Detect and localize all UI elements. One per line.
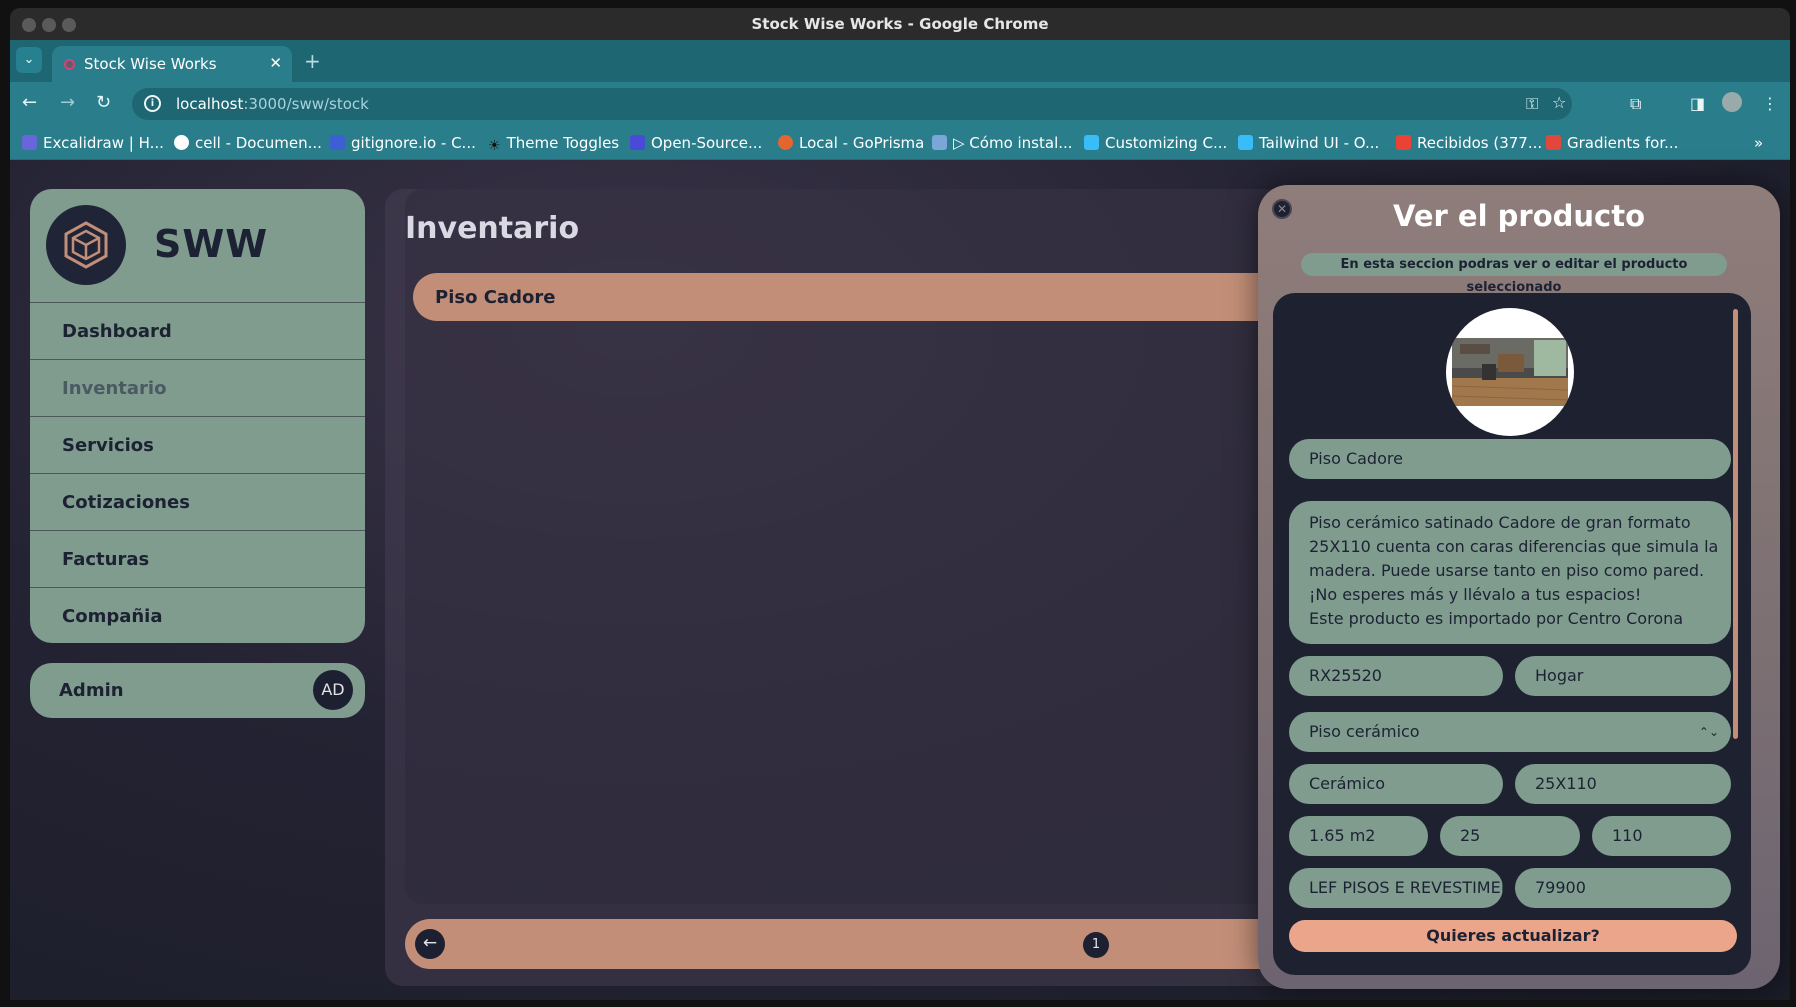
window-title: Stock Wise Works - Google Chrome bbox=[751, 15, 1049, 33]
scrollbar[interactable] bbox=[1733, 309, 1738, 739]
bookmarks-bar: Excalidraw | H... cell - Documen... giti… bbox=[10, 126, 1790, 160]
profile-avatar-icon[interactable] bbox=[1722, 92, 1742, 112]
format-field[interactable]: 25X110 bbox=[1515, 764, 1731, 804]
gmail-icon bbox=[1396, 135, 1411, 150]
browser-tab[interactable]: Stock Wise Works ✕ bbox=[52, 46, 292, 82]
modal-title: Ver el producto bbox=[1393, 199, 1645, 233]
product-photo-icon bbox=[1452, 338, 1568, 406]
logo bbox=[46, 205, 126, 285]
ui-icon bbox=[630, 135, 645, 150]
bookmark-item[interactable]: gitignore.io - C... bbox=[330, 134, 476, 152]
page-number[interactable]: 1 bbox=[1083, 932, 1109, 958]
password-key-icon[interactable]: ⚿ bbox=[1526, 94, 1538, 114]
brand-name: SWW bbox=[154, 222, 269, 266]
tab-close-icon[interactable]: ✕ bbox=[269, 54, 282, 72]
arrow-left-icon[interactable]: ← bbox=[415, 929, 445, 959]
bookmark-item[interactable]: Recibidos (377... bbox=[1396, 134, 1542, 152]
sidebar: SWW Dashboard Inventario Servicios Cotiz… bbox=[30, 189, 365, 643]
cell-icon bbox=[174, 135, 189, 150]
name-field[interactable]: Piso Cadore bbox=[1289, 439, 1731, 479]
user-name: Admin bbox=[59, 680, 124, 701]
more-bookmarks-icon[interactable]: » bbox=[1754, 134, 1763, 152]
product-image[interactable] bbox=[1446, 308, 1574, 436]
bookmark-item[interactable]: ▷ Cómo instal... bbox=[932, 134, 1073, 152]
nav-item-facturas[interactable]: Facturas bbox=[30, 530, 365, 587]
avatar[interactable]: AD bbox=[313, 670, 353, 710]
bookmark-item[interactable]: Gradients for... bbox=[1546, 134, 1678, 152]
nav-item-inventario[interactable]: Inventario bbox=[30, 359, 365, 416]
app-page: SWW Dashboard Inventario Servicios Cotiz… bbox=[10, 160, 1790, 1000]
price-field[interactable]: 79900 bbox=[1515, 868, 1731, 908]
nav-item-cotizaciones[interactable]: Cotizaciones bbox=[30, 473, 365, 530]
forward-icon[interactable]: → bbox=[60, 92, 75, 113]
extensions-icon[interactable]: ⧉ bbox=[1630, 94, 1641, 114]
description-field[interactable]: Piso cerámico satinado Cadore de gran fo… bbox=[1289, 501, 1731, 644]
code-field[interactable]: RX25520 bbox=[1289, 656, 1503, 696]
address-bar[interactable]: i localhost:3000/sww/stock ⚿ ☆ bbox=[132, 88, 1572, 120]
title-bar: Stock Wise Works - Google Chrome bbox=[10, 8, 1790, 40]
side-panel-icon[interactable]: ◨ bbox=[1690, 94, 1705, 113]
bookmark-item[interactable]: Customizing C... bbox=[1084, 134, 1227, 152]
product-name: Piso Cadore bbox=[435, 287, 556, 308]
bookmark-item[interactable]: Excalidraw | H... bbox=[22, 134, 164, 152]
site-info-icon[interactable]: i bbox=[144, 95, 161, 112]
modal-subtitle: En esta seccion podras ver o editar el p… bbox=[1301, 253, 1727, 295]
length-field[interactable]: 110 bbox=[1592, 816, 1731, 856]
user-card[interactable]: Admin AD bbox=[30, 663, 365, 718]
new-tab-icon[interactable]: + bbox=[304, 49, 321, 73]
width-field[interactable]: 25 bbox=[1440, 816, 1580, 856]
nav-item-dashboard[interactable]: Dashboard bbox=[30, 302, 365, 359]
tab-strip: ⌄ Stock Wise Works ✕ + bbox=[10, 40, 1790, 82]
product-modal: ✕ Ver el producto En esta seccion podras… bbox=[1258, 185, 1780, 989]
excalidraw-icon bbox=[22, 135, 37, 150]
browser-menu-icon[interactable]: ⋮ bbox=[1762, 94, 1778, 113]
bookmark-item[interactable]: cell - Documen... bbox=[174, 134, 322, 152]
nav-item-servicios[interactable]: Servicios bbox=[30, 416, 365, 473]
bookmark-star-icon[interactable]: ☆ bbox=[1552, 93, 1566, 112]
nav-item-compania[interactable]: Compañia bbox=[30, 587, 365, 643]
chevron-updown-icon: ⌃⌄ bbox=[1698, 725, 1719, 739]
tab-favicon-icon bbox=[64, 59, 75, 70]
material-field[interactable]: Cerámico bbox=[1289, 764, 1503, 804]
area-field[interactable]: 1.65 m2 bbox=[1289, 816, 1428, 856]
tab-search-icon[interactable]: ⌄ bbox=[16, 47, 42, 73]
goprisma-icon bbox=[778, 135, 793, 150]
tutorial-icon bbox=[932, 135, 947, 150]
cube-logo-icon bbox=[64, 221, 108, 269]
tailwind-icon bbox=[1084, 135, 1099, 150]
bookmark-item[interactable]: Tailwind UI - O... bbox=[1238, 134, 1379, 152]
gitignore-icon bbox=[330, 135, 345, 150]
category-field[interactable]: Hogar bbox=[1515, 656, 1731, 696]
gradients-icon bbox=[1546, 135, 1561, 150]
product-form: Piso Cadore Piso cerámico satinado Cador… bbox=[1273, 293, 1751, 975]
supplier-field[interactable]: LEF PISOS E REVESTIMENT bbox=[1289, 868, 1503, 908]
browser-window: Stock Wise Works - Google Chrome ⌄ Stock… bbox=[10, 8, 1790, 1000]
bookmark-item[interactable]: Open-Source... bbox=[630, 134, 762, 152]
back-icon[interactable]: ← bbox=[22, 92, 37, 113]
tailwind-ui-icon bbox=[1238, 135, 1253, 150]
bookmark-item[interactable]: ☀ Theme Toggles bbox=[488, 134, 619, 154]
page-title: Inventario bbox=[405, 211, 580, 246]
bookmark-item[interactable]: Local - GoPrisma bbox=[778, 134, 924, 152]
url-text[interactable]: localhost:3000/sww/stock bbox=[176, 95, 369, 113]
sun-icon: ☀ bbox=[488, 138, 501, 154]
tab-title: Stock Wise Works bbox=[84, 55, 217, 73]
type-select-value: Piso cerámico bbox=[1309, 722, 1420, 741]
address-toolbar: ← → ↻ i localhost:3000/sww/stock ⚿ ☆ ⧉ ◨… bbox=[10, 82, 1790, 126]
update-button[interactable]: Quieres actualizar? bbox=[1289, 920, 1737, 952]
type-select[interactable]: Piso cerámico ⌃⌄ bbox=[1289, 712, 1731, 752]
reload-icon[interactable]: ↻ bbox=[96, 92, 111, 113]
